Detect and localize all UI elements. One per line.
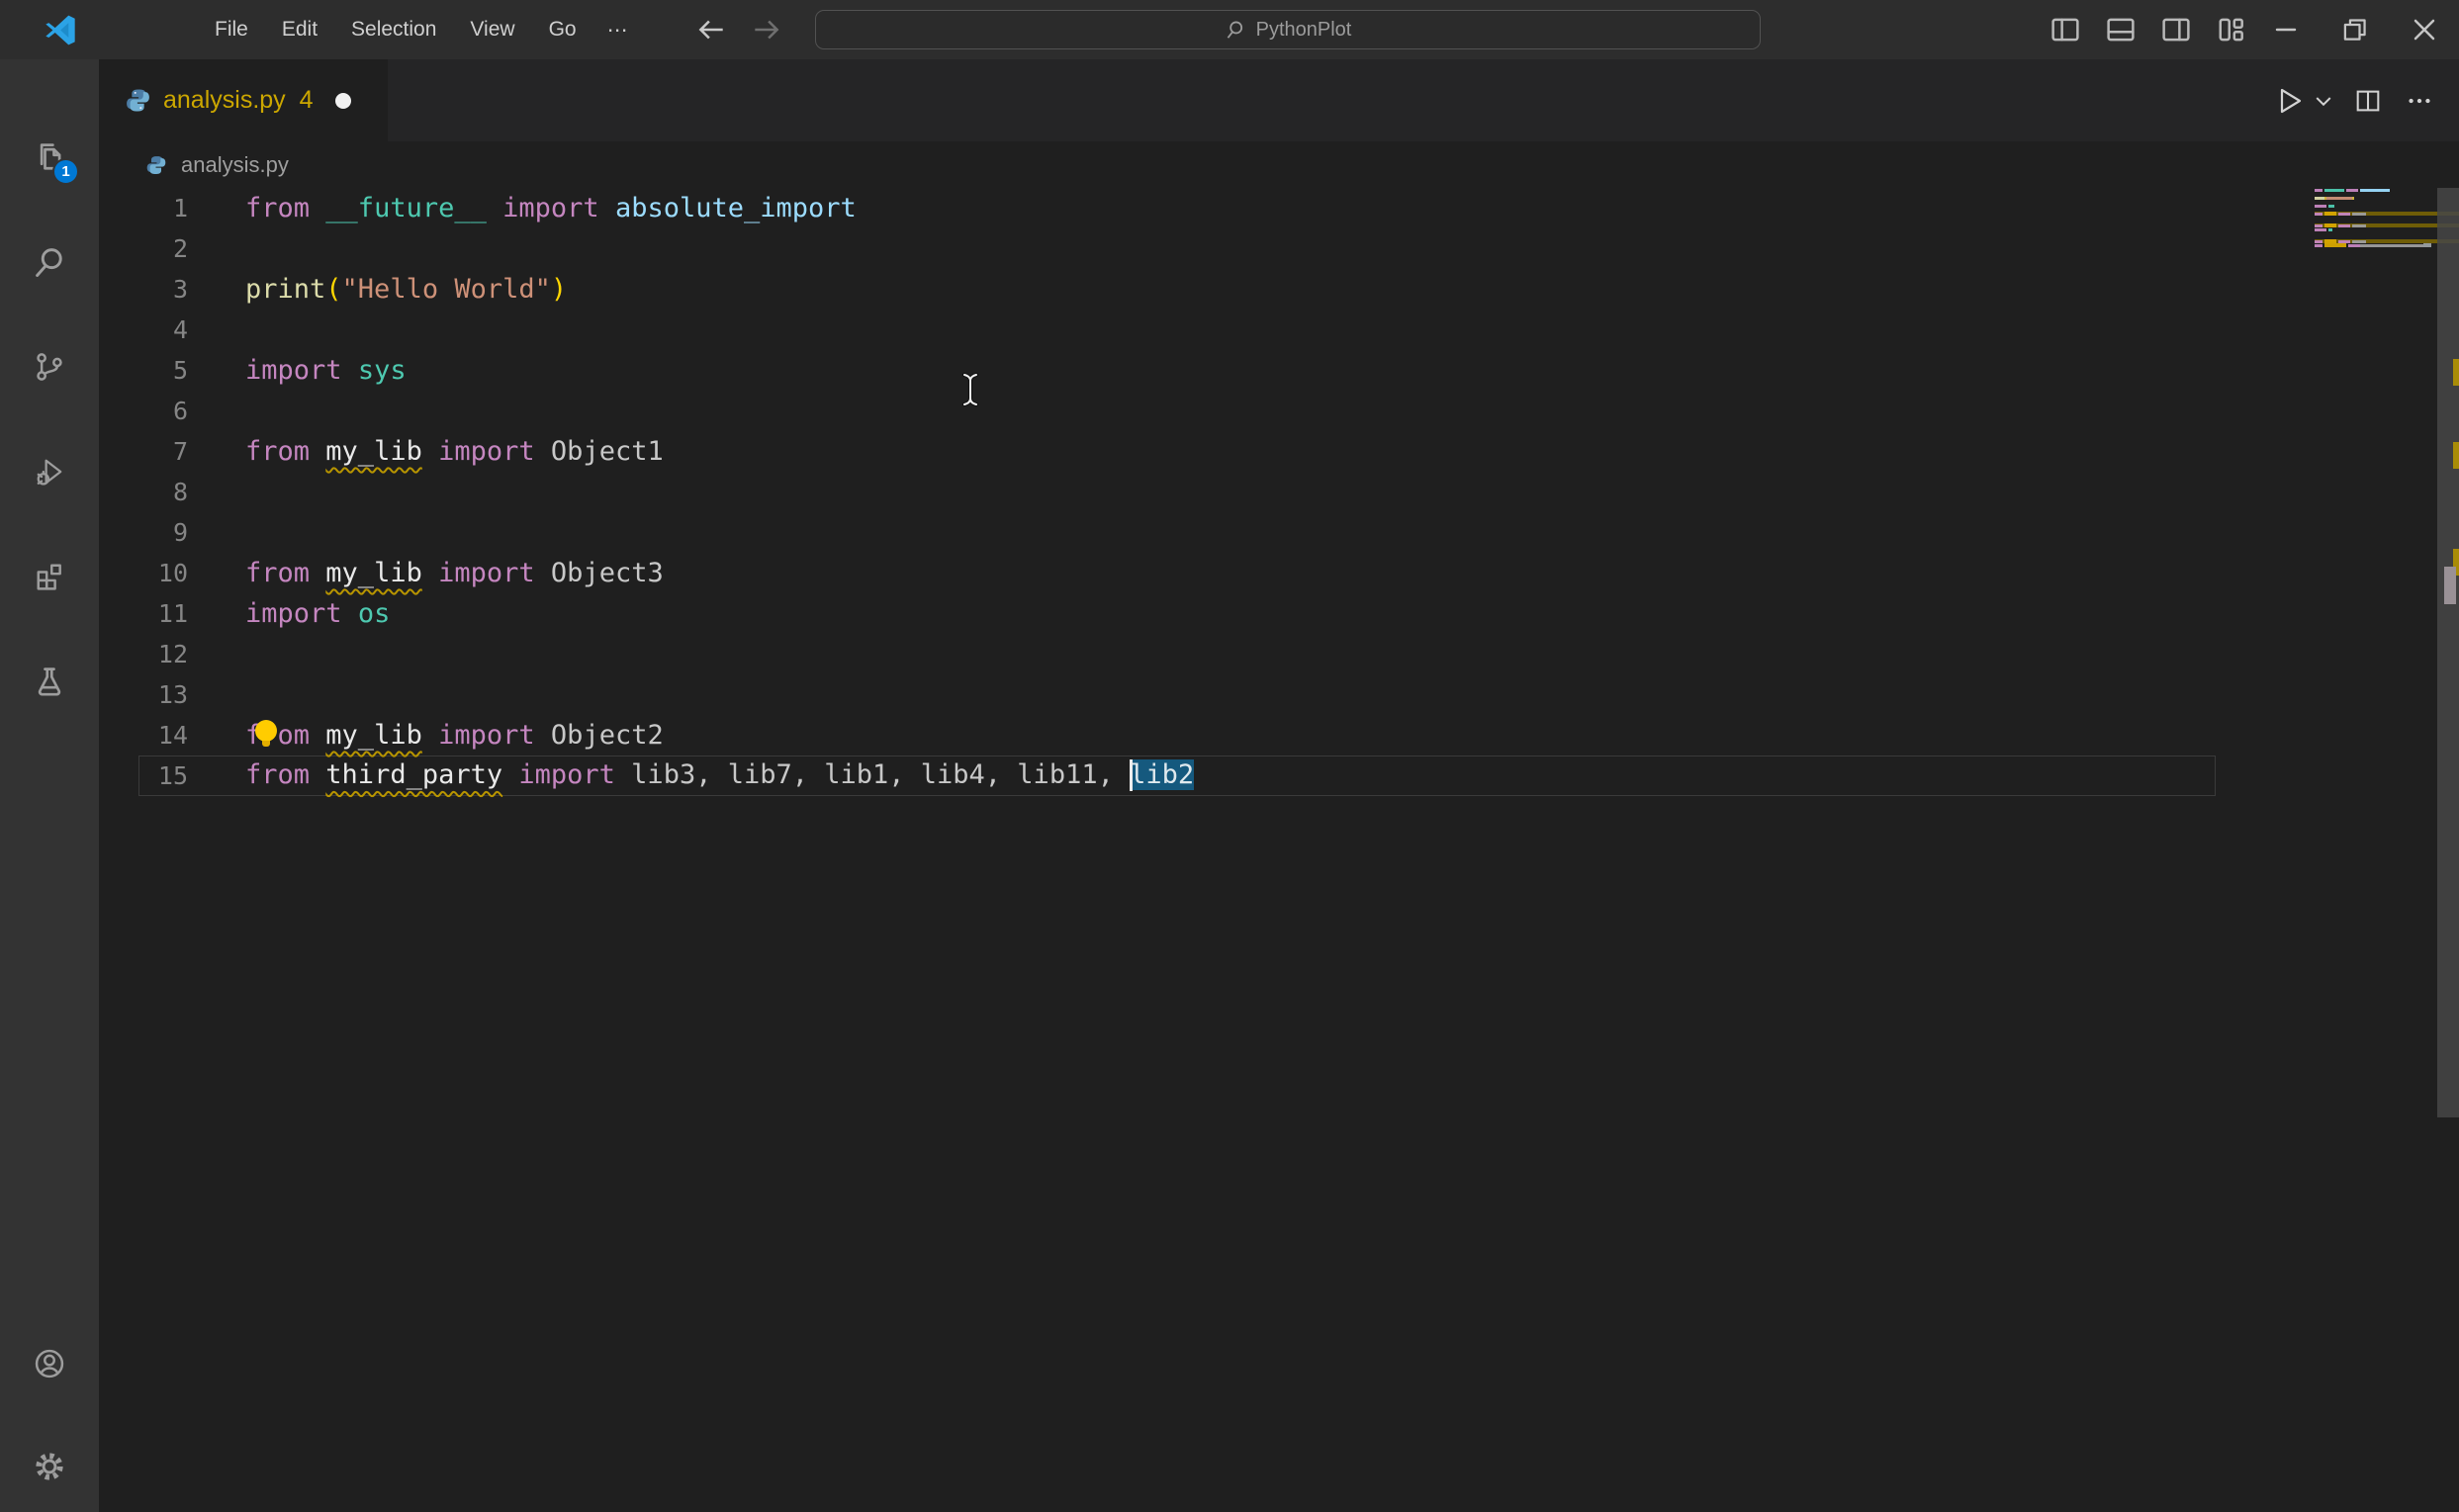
breadcrumb[interactable]: analysis.py (99, 141, 2459, 188)
code-text: from my_lib import Object1 (245, 436, 664, 467)
tab-modified-dot-icon[interactable] (335, 93, 351, 109)
activity-explorer-button[interactable]: 1 (29, 136, 70, 178)
line-number: 2 (138, 234, 188, 263)
navigate-forward-button[interactable] (748, 11, 785, 48)
tab-filename: analysis.py (163, 86, 286, 115)
line-number: 5 (138, 356, 188, 385)
line-number: 11 (138, 599, 188, 628)
line-number: 15 (138, 761, 188, 790)
code-lines: 1 from __future__ import absolute_import 2… (99, 188, 2216, 796)
more-actions-button[interactable] (2398, 79, 2441, 123)
code-line[interactable]: 10 from my_lib import Object3 (138, 553, 2216, 593)
menu-more[interactable]: ⋯ (593, 10, 644, 50)
editor-actions (2267, 59, 2441, 141)
toggle-panel-button[interactable] (2093, 0, 2148, 59)
line-number: 12 (138, 640, 188, 668)
search-placeholder: PythonPlot (1256, 19, 1352, 42)
python-file-icon (125, 87, 151, 114)
editor-area: analysis.py 4 (99, 59, 2459, 1512)
activity-run-debug-button[interactable] (29, 451, 70, 492)
search-icon (1225, 19, 1246, 41)
code-text: import sys (245, 355, 407, 386)
code-text: from my_lib import Object2 (245, 720, 664, 751)
activity-source-control-button[interactable] (29, 346, 70, 388)
code-text: import os (245, 598, 390, 629)
chevron-down-icon (2312, 89, 2335, 113)
line-number: 4 (138, 315, 188, 344)
explorer-badge: 1 (52, 158, 79, 185)
title-bar: FileEditSelectionViewGo⋯ PythonPlot (0, 0, 2459, 59)
line-number: 14 (138, 721, 188, 750)
run-python-file-button[interactable] (2267, 79, 2311, 123)
command-center-search[interactable]: PythonPlot (815, 10, 1761, 49)
scrollbar-slider[interactable] (2437, 188, 2459, 1117)
breadcrumb-filename: analysis.py (181, 152, 289, 178)
code-line[interactable]: 2 (138, 228, 2216, 269)
vscode-window: FileEditSelectionViewGo⋯ PythonPlot 1 (0, 0, 2459, 1512)
run-dropdown-button[interactable] (2309, 79, 2338, 123)
line-number: 13 (138, 680, 188, 709)
code-line[interactable]: 5 import sys (138, 350, 2216, 391)
code-line[interactable]: 9 (138, 512, 2216, 553)
ellipsis-icon (2405, 86, 2434, 116)
vscode-logo-icon (44, 13, 77, 46)
code-line[interactable]: 15 from third_party import lib3, lib7, li… (138, 756, 2216, 796)
line-number: 7 (138, 437, 188, 466)
layout-controls (2038, 0, 2259, 59)
line-number: 10 (138, 559, 188, 587)
tab-problem-count: 4 (300, 86, 314, 115)
code-text: from my_lib import Object3 (245, 558, 664, 588)
activity-testing-button[interactable] (29, 661, 70, 702)
tab-analysis-py[interactable]: analysis.py 4 (99, 59, 388, 141)
code-line[interactable]: 8 (138, 472, 2216, 512)
menu-bar: FileEditSelectionViewGo⋯ (198, 0, 644, 59)
menu-edit[interactable]: Edit (265, 10, 334, 49)
code-line[interactable]: 11 import os (138, 593, 2216, 634)
code-line[interactable]: 4 (138, 310, 2216, 350)
menu-file[interactable]: File (198, 10, 265, 49)
code-line[interactable]: 13 (138, 674, 2216, 715)
code-line[interactable]: 14 from my_lib import Object2 (138, 715, 2216, 756)
tab-bar: analysis.py 4 (99, 59, 2459, 141)
text-caret (1130, 759, 1133, 791)
activity-accounts-button[interactable] (29, 1343, 70, 1384)
activity-bar-top: 1 (0, 59, 99, 702)
python-file-icon (145, 154, 167, 176)
activity-search-button[interactable] (29, 241, 70, 283)
menu-selection[interactable]: Selection (334, 10, 453, 49)
navigate-back-button[interactable] (692, 11, 730, 48)
vertical-scrollbar[interactable] (2436, 165, 2459, 1512)
code-text: print("Hello World") (245, 274, 567, 305)
code-text: from __future__ import absolute_import (245, 193, 857, 223)
toggle-secondary-sidebar-button[interactable] (2148, 0, 2204, 59)
activity-bar: 1 (0, 59, 99, 1512)
overview-cursor-mark (2444, 567, 2456, 604)
code-action-lightbulb-icon[interactable] (254, 720, 278, 750)
toggle-primary-sidebar-button[interactable] (2038, 0, 2093, 59)
activity-bar-bottom (0, 1343, 99, 1512)
code-text: from third_party import lib3, lib7, lib1… (245, 759, 1194, 792)
activity-settings-button[interactable] (29, 1446, 70, 1487)
code-line[interactable]: 7 from my_lib import Object1 (138, 431, 2216, 472)
line-number: 6 (138, 397, 188, 425)
restore-button[interactable] (2321, 0, 2390, 59)
line-number: 3 (138, 275, 188, 304)
minimize-button[interactable] (2251, 0, 2321, 59)
split-editor-button[interactable] (2346, 79, 2390, 123)
window-controls (2251, 0, 2459, 59)
overview-warning-mark (2453, 442, 2459, 469)
activity-extensions-button[interactable] (29, 556, 70, 597)
code-line[interactable]: 6 (138, 391, 2216, 431)
line-number: 1 (138, 194, 188, 222)
code-line[interactable]: 12 (138, 634, 2216, 674)
menu-view[interactable]: View (453, 10, 531, 49)
code-line[interactable]: 1 from __future__ import absolute_import (138, 188, 2216, 228)
close-button[interactable] (2390, 0, 2459, 59)
line-number: 8 (138, 478, 188, 506)
selected-text: lib2 (1130, 759, 1194, 790)
overview-warning-mark (2453, 359, 2459, 386)
line-number: 9 (138, 518, 188, 547)
menu-go[interactable]: Go (532, 10, 593, 49)
code-line[interactable]: 3 print("Hello World") (138, 269, 2216, 310)
